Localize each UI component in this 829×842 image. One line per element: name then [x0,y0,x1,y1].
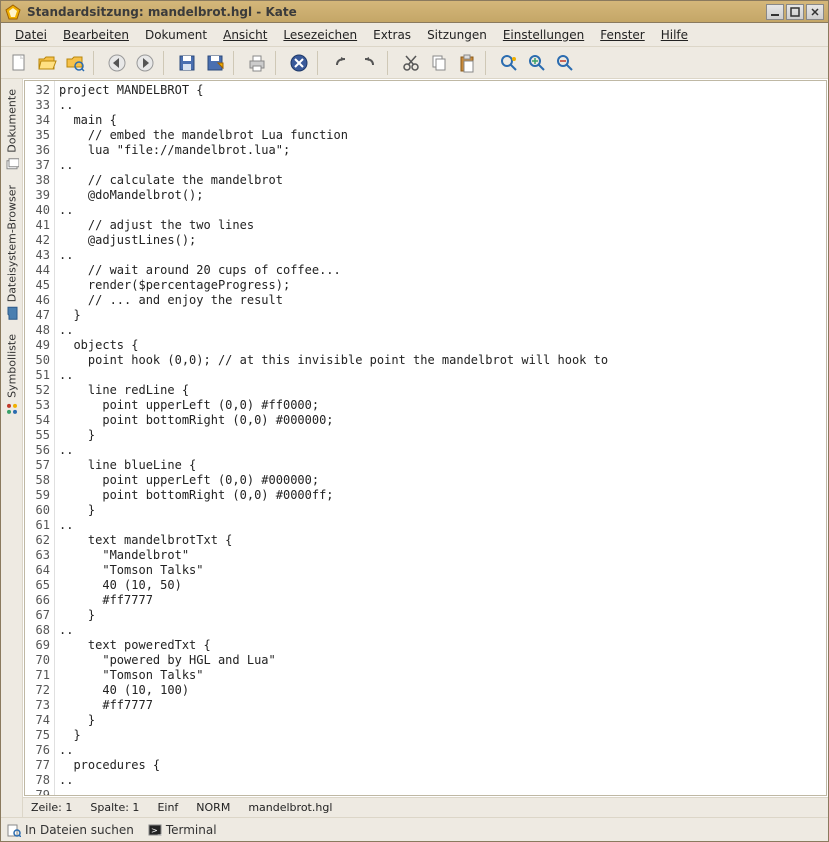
close-doc-icon [289,53,309,73]
menu-settings[interactable]: Einstellungen [495,25,592,45]
redo-icon [359,53,379,73]
save-icon [177,53,197,73]
status-line: Zeile: 1 [31,801,72,814]
undo-icon [331,53,351,73]
zoom-out-button[interactable] [553,51,577,75]
symbols-icon [5,402,19,416]
menu-extras[interactable]: Extras [365,25,419,45]
line-gutter: 32 33 34 35 36 37 38 39 40 41 42 43 44 4… [25,81,55,795]
folder-search-icon [65,53,85,73]
maximize-button[interactable] [786,4,804,20]
maximize-icon [790,7,800,17]
open-button[interactable] [35,51,59,75]
bottom-find-label: In Dateien suchen [25,823,134,837]
toolbar-separator [93,51,99,75]
back-button[interactable] [105,51,129,75]
sidebar-tab-documents[interactable]: Dokumente [3,83,21,177]
minimize-button[interactable] [766,4,784,20]
sidebar: Dokumente Dateisystem-Browser Symbollist… [1,79,23,817]
titlebar[interactable]: Standardsitzung: mandelbrot.hgl - Kate [1,1,828,23]
menu-file[interactable]: Datei [7,25,55,45]
bottom-terminal-label: Terminal [166,823,217,837]
folder-open-icon [37,53,57,73]
toolbar-separator [317,51,323,75]
close-button[interactable] [806,4,824,20]
undo-button[interactable] [329,51,353,75]
printer-icon [247,53,267,73]
print-button[interactable] [245,51,269,75]
code-content[interactable]: project MANDELBROT { .. main { // embed … [55,81,826,795]
zoom-in-icon [527,53,547,73]
bottom-tab-find-in-files[interactable]: In Dateien suchen [7,823,134,837]
redo-button[interactable] [357,51,381,75]
code-area[interactable]: 32 33 34 35 36 37 38 39 40 41 42 43 44 4… [24,80,827,796]
save-button[interactable] [175,51,199,75]
sidebar-tab-filesystem[interactable]: Dateisystem-Browser [3,179,21,326]
toolbar-separator [275,51,281,75]
svg-text:>_: >_ [151,826,162,835]
find-button[interactable] [497,51,521,75]
paste-icon [457,53,477,73]
toolbar [1,47,828,79]
toolbar-separator [387,51,393,75]
folder-icon [5,306,19,320]
sidebar-tab-symbols[interactable]: Symbolliste [3,328,21,422]
sidebar-filesystem-label: Dateisystem-Browser [5,185,18,302]
save-as-button[interactable] [203,51,227,75]
cut-button[interactable] [399,51,423,75]
forward-button[interactable] [133,51,157,75]
copy-button[interactable] [427,51,451,75]
menu-view[interactable]: Ansicht [215,25,275,45]
menu-sessions[interactable]: Sitzungen [419,25,495,45]
status-insert-mode[interactable]: Einf [157,801,178,814]
scissors-icon [401,53,421,73]
copy-icon [429,53,449,73]
toolbar-separator [233,51,239,75]
status-filename: mandelbrot.hgl [248,801,332,814]
main-body: Dokumente Dateisystem-Browser Symbollist… [1,79,828,817]
documents-icon [5,157,19,171]
toolbar-separator [485,51,491,75]
bottombar: In Dateien suchen >_ Terminal [1,817,828,841]
statusbar: Zeile: 1 Spalte: 1 Einf NORM mandelbrot.… [23,797,828,817]
menubar: Datei Bearbeiten Dokument Ansicht Leseze… [1,23,828,47]
menu-window[interactable]: Fenster [592,25,653,45]
arrow-left-icon [107,53,127,73]
app-icon [5,4,21,20]
new-file-icon [9,53,29,73]
app-window: Standardsitzung: mandelbrot.hgl - Kate D… [0,0,829,842]
save-as-icon [205,53,225,73]
arrow-right-icon [135,53,155,73]
close-doc-button[interactable] [287,51,311,75]
status-col: Spalte: 1 [90,801,139,814]
minimize-icon [770,7,780,17]
open-recent-button[interactable] [63,51,87,75]
terminal-icon: >_ [148,823,162,837]
new-button[interactable] [7,51,31,75]
sidebar-symbols-label: Symbolliste [5,334,18,398]
toolbar-separator [163,51,169,75]
status-mode: NORM [196,801,230,814]
zoom-in-button[interactable] [525,51,549,75]
sidebar-documents-label: Dokumente [5,89,18,153]
menu-document[interactable]: Dokument [137,25,215,45]
close-icon [810,7,820,17]
bottom-tab-terminal[interactable]: >_ Terminal [148,823,217,837]
menu-edit[interactable]: Bearbeiten [55,25,137,45]
paste-button[interactable] [455,51,479,75]
find-icon [499,53,519,73]
editor-pane: 32 33 34 35 36 37 38 39 40 41 42 43 44 4… [23,79,828,817]
menu-help[interactable]: Hilfe [653,25,696,45]
window-title: Standardsitzung: mandelbrot.hgl - Kate [27,5,764,19]
find-in-files-icon [7,823,21,837]
zoom-out-icon [555,53,575,73]
menu-bookmarks[interactable]: Lesezeichen [275,25,365,45]
